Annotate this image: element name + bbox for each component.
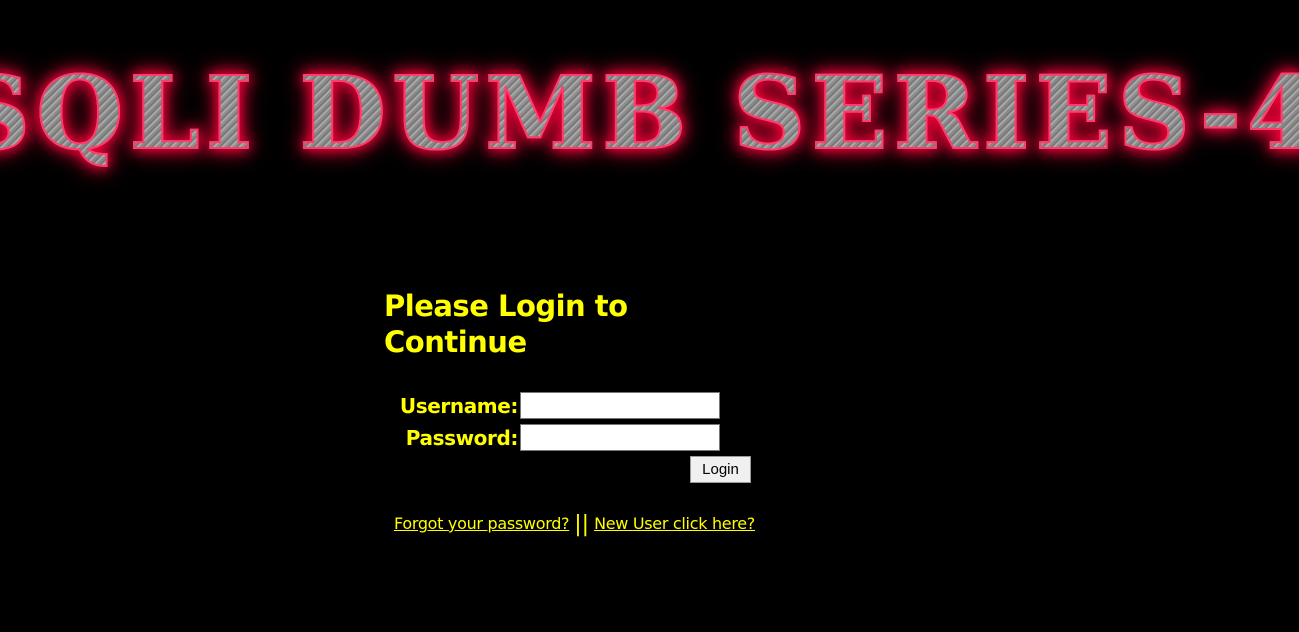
- password-row: Password:: [384, 424, 754, 452]
- forgot-password-link[interactable]: Forgot your password?: [394, 514, 570, 533]
- username-input[interactable]: [520, 392, 720, 419]
- login-form: Please Login to Continue Username: Passw…: [384, 288, 755, 537]
- page-title: Please Login to Continue: [384, 289, 628, 359]
- password-label: Password:: [405, 426, 519, 450]
- links-row: Forgot your password? || New User click he…: [394, 512, 755, 537]
- links-separator: ||: [574, 512, 590, 537]
- login-button[interactable]: Login: [690, 456, 751, 483]
- banner: SQLI DUMB SERIES-42: [0, 57, 1299, 178]
- username-label: Username:: [399, 394, 519, 418]
- username-row: Username:: [384, 392, 754, 420]
- page: SQLI DUMB SERIES-42 Please Login to Cont…: [0, 0, 1299, 632]
- new-user-link[interactable]: New User click here?: [594, 514, 755, 533]
- password-input[interactable]: [520, 424, 720, 451]
- banner-title: SQLI DUMB SERIES-42: [0, 57, 1299, 169]
